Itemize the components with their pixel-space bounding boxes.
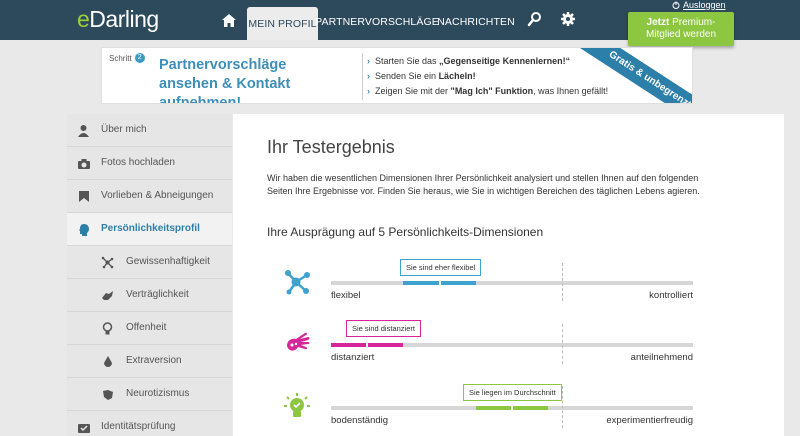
dimension-left-label: bodenständig [331, 415, 389, 426]
dimension-right-label: experimentierfreudig [606, 415, 693, 426]
dimension-left-label: flexibel [331, 290, 361, 301]
step-number: 2 [134, 53, 145, 63]
dimension-track [331, 343, 693, 347]
sidebar-item-label: Vorlieben & Abneigungen [101, 190, 214, 201]
search-user-button[interactable] [524, 8, 546, 30]
sidebar-item-label: Identitätsprüfung [101, 421, 176, 432]
logo-text: Darling [89, 6, 159, 32]
banner-headline: Partnervorschläge ansehen & Kontakt aufn… [159, 57, 291, 104]
tab-label: Nachrichten [437, 15, 515, 28]
sidebar-item-neurotizismus[interactable]: Neurotizismus [67, 378, 232, 411]
sidebar-item-label: Extraversion [126, 355, 182, 366]
home-icon [222, 13, 236, 27]
tab-partnervorschlaege[interactable]: Partnervorschläge [315, 7, 439, 36]
drop-icon [100, 354, 115, 369]
sidebar-item-fotos[interactable]: Fotos hochladen [67, 147, 232, 180]
sidebar-item-persoenlichkeitsprofil[interactable]: Persönlichkeitsprofil [67, 213, 232, 246]
step-label: Schritt [109, 53, 132, 63]
chevron-right-icon: › [367, 71, 370, 81]
banner-list-item: › Zeigen Sie mit der "Mag Ich" Funktion, … [367, 84, 608, 99]
home-button[interactable] [214, 6, 244, 34]
sidebar-item-ueber-mich[interactable]: Über mich [67, 114, 232, 147]
handshake-icon [100, 288, 115, 303]
result-bubble: Sie sind distanziert [346, 320, 421, 337]
banner-list-item: › Senden Sie ein Lächeln! [367, 69, 608, 84]
premium-line1: Premium- [669, 17, 716, 28]
main-content: Ihr Testergebnis Wir haben die wesentlic… [233, 114, 784, 436]
banner-divider [362, 53, 363, 100]
sidebar-item-label: Über mich [101, 124, 147, 135]
molecule-icon [100, 255, 115, 270]
dimension-track [331, 406, 693, 410]
dimension-tick [366, 343, 369, 347]
lightbulb-icon [100, 321, 115, 336]
banner-list-item: › Starten Sie das „Gegenseitige Kennenler… [367, 54, 608, 69]
sidebar-item-label: Fotos hochladen [101, 157, 175, 168]
id-check-icon [76, 420, 91, 435]
intro-text: Wir haben die wesentlichen Dimensionen I… [267, 173, 700, 196]
promo-banner[interactable]: Schritt 2 Partnervorschläge ansehen & Ko… [101, 47, 693, 104]
sidebar-item-label: Persönlichkeitsprofil [101, 223, 200, 234]
person-icon [76, 123, 91, 138]
sidebar-item-label: Neurotizismus [126, 388, 190, 399]
premium-button[interactable]: Jetzt Premium- Mitglied werden [628, 12, 734, 46]
tab-nachrichten[interactable]: Nachrichten [437, 7, 515, 36]
flag-icon [76, 189, 91, 204]
dimension-row: Sie liegen im Durchschnitt bodenständig … [283, 382, 697, 436]
section-heading: Ihre Ausprägung auf 5 Persönlichkeits-Di… [267, 225, 544, 239]
tab-mein-profil[interactable]: Mein Profil [247, 7, 318, 40]
midline [562, 386, 563, 428]
result-bubble: Sie sind eher flexibel [400, 259, 482, 276]
sidebar-item-label: Verträglichkeit [126, 289, 189, 300]
settings-button[interactable] [557, 8, 579, 30]
sidebar-item-gewissenhaftigkeit[interactable]: Gewissenhaftigkeit [67, 246, 232, 279]
lightbulb-icon [284, 393, 310, 417]
dimension-right-label: kontrolliert [649, 290, 693, 301]
midline [562, 263, 563, 301]
dimension-left-label: distanziert [331, 352, 375, 363]
sidebar-item-label: Offenheit [126, 322, 167, 333]
edarling-logo[interactable]: eDarling [77, 6, 159, 33]
premium-line2: Mitglied werden [645, 29, 717, 40]
midline [562, 324, 563, 364]
head-icon [76, 222, 91, 237]
sidebar-item-label: Gewissenhaftigkeit [126, 256, 210, 267]
sidebar-item-vertraeglichkeit[interactable]: Verträglichkeit [67, 279, 232, 312]
step-indicator: Schritt 2 [109, 53, 145, 63]
leaf-icon [100, 387, 115, 402]
dimension-tick [511, 406, 513, 410]
hand-icon [287, 332, 310, 351]
page-title: Ihr Testergebnis [267, 137, 395, 157]
dimension-track [331, 281, 693, 285]
sidebar-item-extraversion[interactable]: Extraversion [67, 345, 232, 378]
sidebar-item-offenheit[interactable]: Offenheit [67, 312, 232, 345]
profile-sidebar: Über mich Fotos hochladen Vorlieben & Ab… [67, 114, 232, 436]
sidebar-item-identitaetspruefung[interactable]: Identitätsprüfung [67, 411, 232, 436]
logout-link[interactable]: Ausloggen [672, 0, 726, 10]
chevron-right-icon: › [367, 56, 370, 66]
logo-e: e [77, 6, 90, 32]
tab-label: Mein Profil [248, 17, 317, 30]
chevron-right-icon: › [367, 86, 370, 96]
power-icon [672, 1, 680, 9]
search-user-icon [527, 12, 541, 27]
tab-label: Partnervorschläge [315, 15, 439, 28]
molecule-icon [285, 270, 310, 295]
gear-icon [561, 12, 575, 26]
logout-label: Ausloggen [683, 0, 726, 10]
dimension-row: Sie sind eher flexibel flexibel kontroll… [283, 259, 697, 319]
dimension-right-label: anteilnehmend [630, 352, 693, 363]
banner-list: › Starten Sie das „Gegenseitige Kennenler… [367, 54, 608, 99]
sidebar-item-vorlieben[interactable]: Vorlieben & Abneigungen [67, 180, 232, 213]
premium-bold: Jetzt [646, 17, 670, 28]
result-bubble: Sie liegen im Durchschnitt [463, 384, 562, 401]
dimension-tick [438, 281, 441, 285]
camera-icon [76, 156, 91, 171]
dimension-row: Sie sind distanziert distanziert anteiln… [283, 318, 697, 378]
